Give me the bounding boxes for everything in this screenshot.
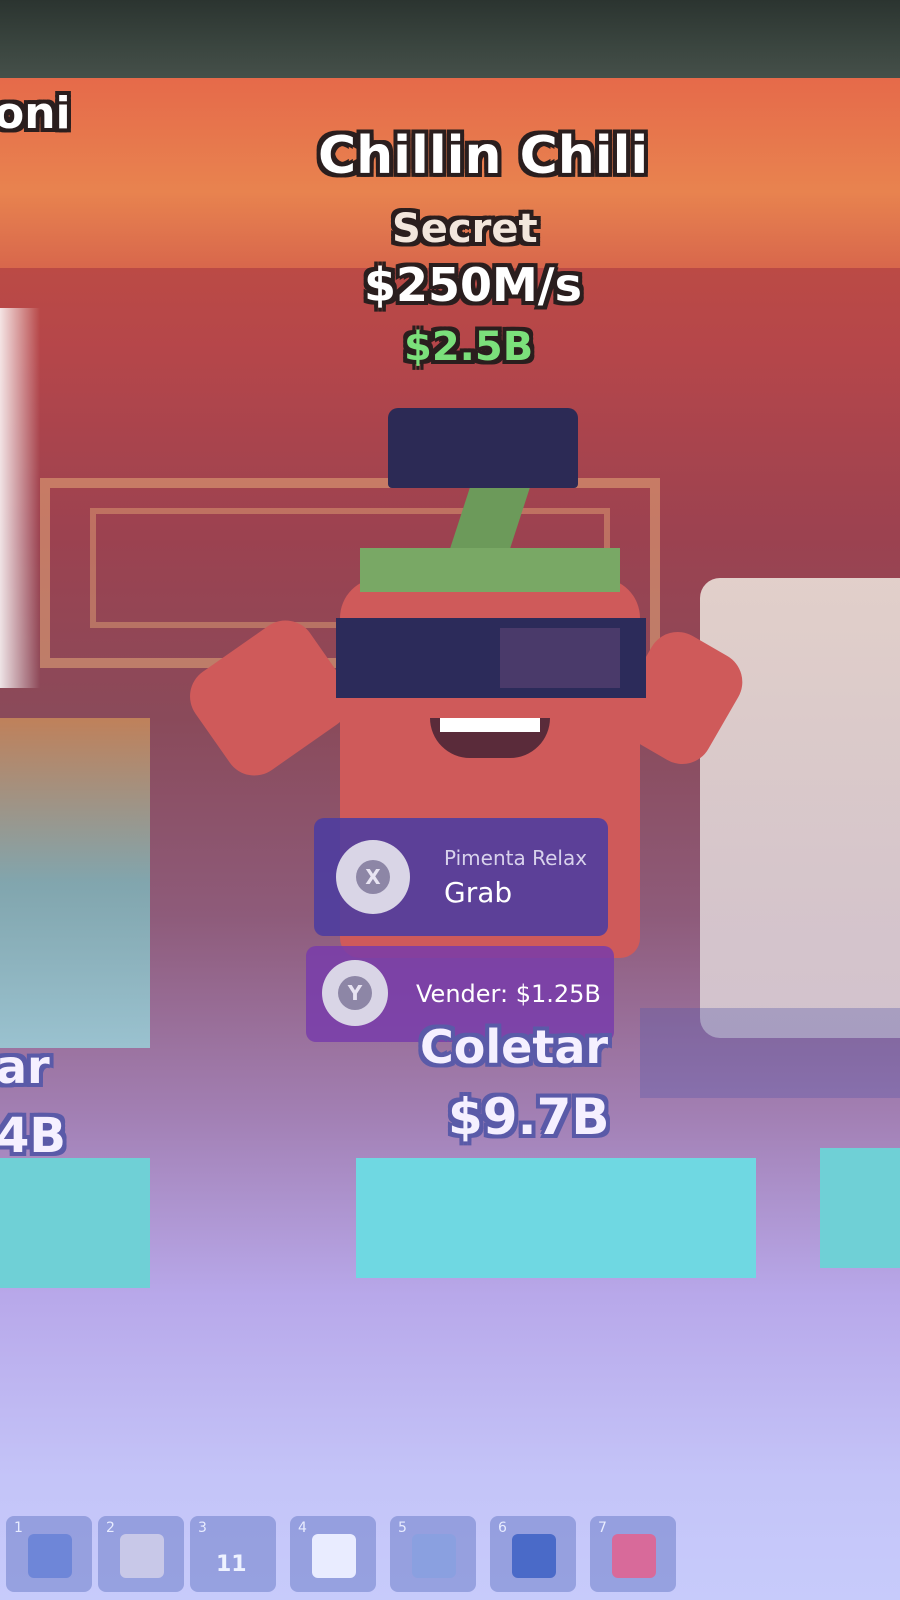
hotbar-slot-5[interactable]: 5 <box>390 1516 476 1592</box>
hotbar-slot-3[interactable]: 3 11 <box>190 1516 276 1592</box>
collect-pad-left[interactable] <box>0 1158 150 1288</box>
pet-income-rate: $250M/s <box>364 258 582 312</box>
pet-rarity-label: Secret <box>392 206 538 252</box>
collect-amount: $9.7B <box>448 1088 610 1146</box>
collect-pad[interactable] <box>356 1158 756 1278</box>
claw-icon <box>120 1534 164 1578</box>
slot-number: 2 <box>106 1520 115 1536</box>
character-teeth <box>440 718 540 732</box>
item-icon <box>312 1534 356 1578</box>
slot-number: 5 <box>398 1520 407 1536</box>
character-lens <box>500 628 620 688</box>
hotbar: 1 2 3 11 4 5 6 7 <box>0 1508 900 1600</box>
sell-key-label: Y <box>338 976 372 1010</box>
collect-label: Coletar <box>420 1020 609 1074</box>
hotbar-slot-2[interactable]: 2 <box>98 1516 184 1592</box>
neighbor-pet-name: oni <box>0 88 71 139</box>
left-character <box>0 718 150 1048</box>
sell-price-label: Vender: $1.25B <box>416 980 601 1008</box>
slot-number: 3 <box>198 1520 207 1536</box>
hotbar-slot-1[interactable]: 1 <box>6 1516 92 1592</box>
grab-prompt[interactable]: X Pimenta Relax Grab <box>314 818 608 936</box>
pet-price-label: $2.5B <box>404 324 534 370</box>
item-icon <box>512 1534 556 1578</box>
hotbar-slot-7[interactable]: 7 <box>590 1516 676 1592</box>
character-hat <box>388 408 578 488</box>
pet-name-label: Chillin Chili <box>318 126 649 186</box>
collect-pad-right[interactable] <box>820 1148 900 1268</box>
hotbar-slot-6[interactable]: 6 <box>490 1516 576 1592</box>
tool-icon <box>28 1534 72 1578</box>
slot-number: 6 <box>498 1520 507 1536</box>
left-collect-label: ar <box>0 1040 50 1094</box>
hotbar-slot-4[interactable]: 4 <box>290 1516 376 1592</box>
slot-number: 7 <box>598 1520 607 1536</box>
grab-key-label: X <box>356 860 390 894</box>
game-viewport: oni Chillin Chili Secret $250M/s $2.5B X… <box>0 78 900 1600</box>
item-icon <box>412 1534 456 1578</box>
monitor-bezel <box>0 0 900 80</box>
x-key-icon[interactable]: X <box>336 840 410 914</box>
y-key-icon[interactable]: Y <box>322 960 388 1026</box>
slot-number: 1 <box>14 1520 23 1536</box>
prompt-object-name: Pimenta Relax <box>444 846 588 870</box>
floor-edge <box>640 1008 900 1098</box>
magnet-icon <box>612 1534 656 1578</box>
left-collect-amount: 4B <box>0 1108 66 1164</box>
right-character <box>700 578 900 1038</box>
slot-number: 4 <box>298 1520 307 1536</box>
prompt-action-label: Grab <box>444 876 513 909</box>
slot-count: 11 <box>216 1552 247 1577</box>
screen-glare <box>0 308 40 688</box>
character-leaf <box>360 548 620 592</box>
